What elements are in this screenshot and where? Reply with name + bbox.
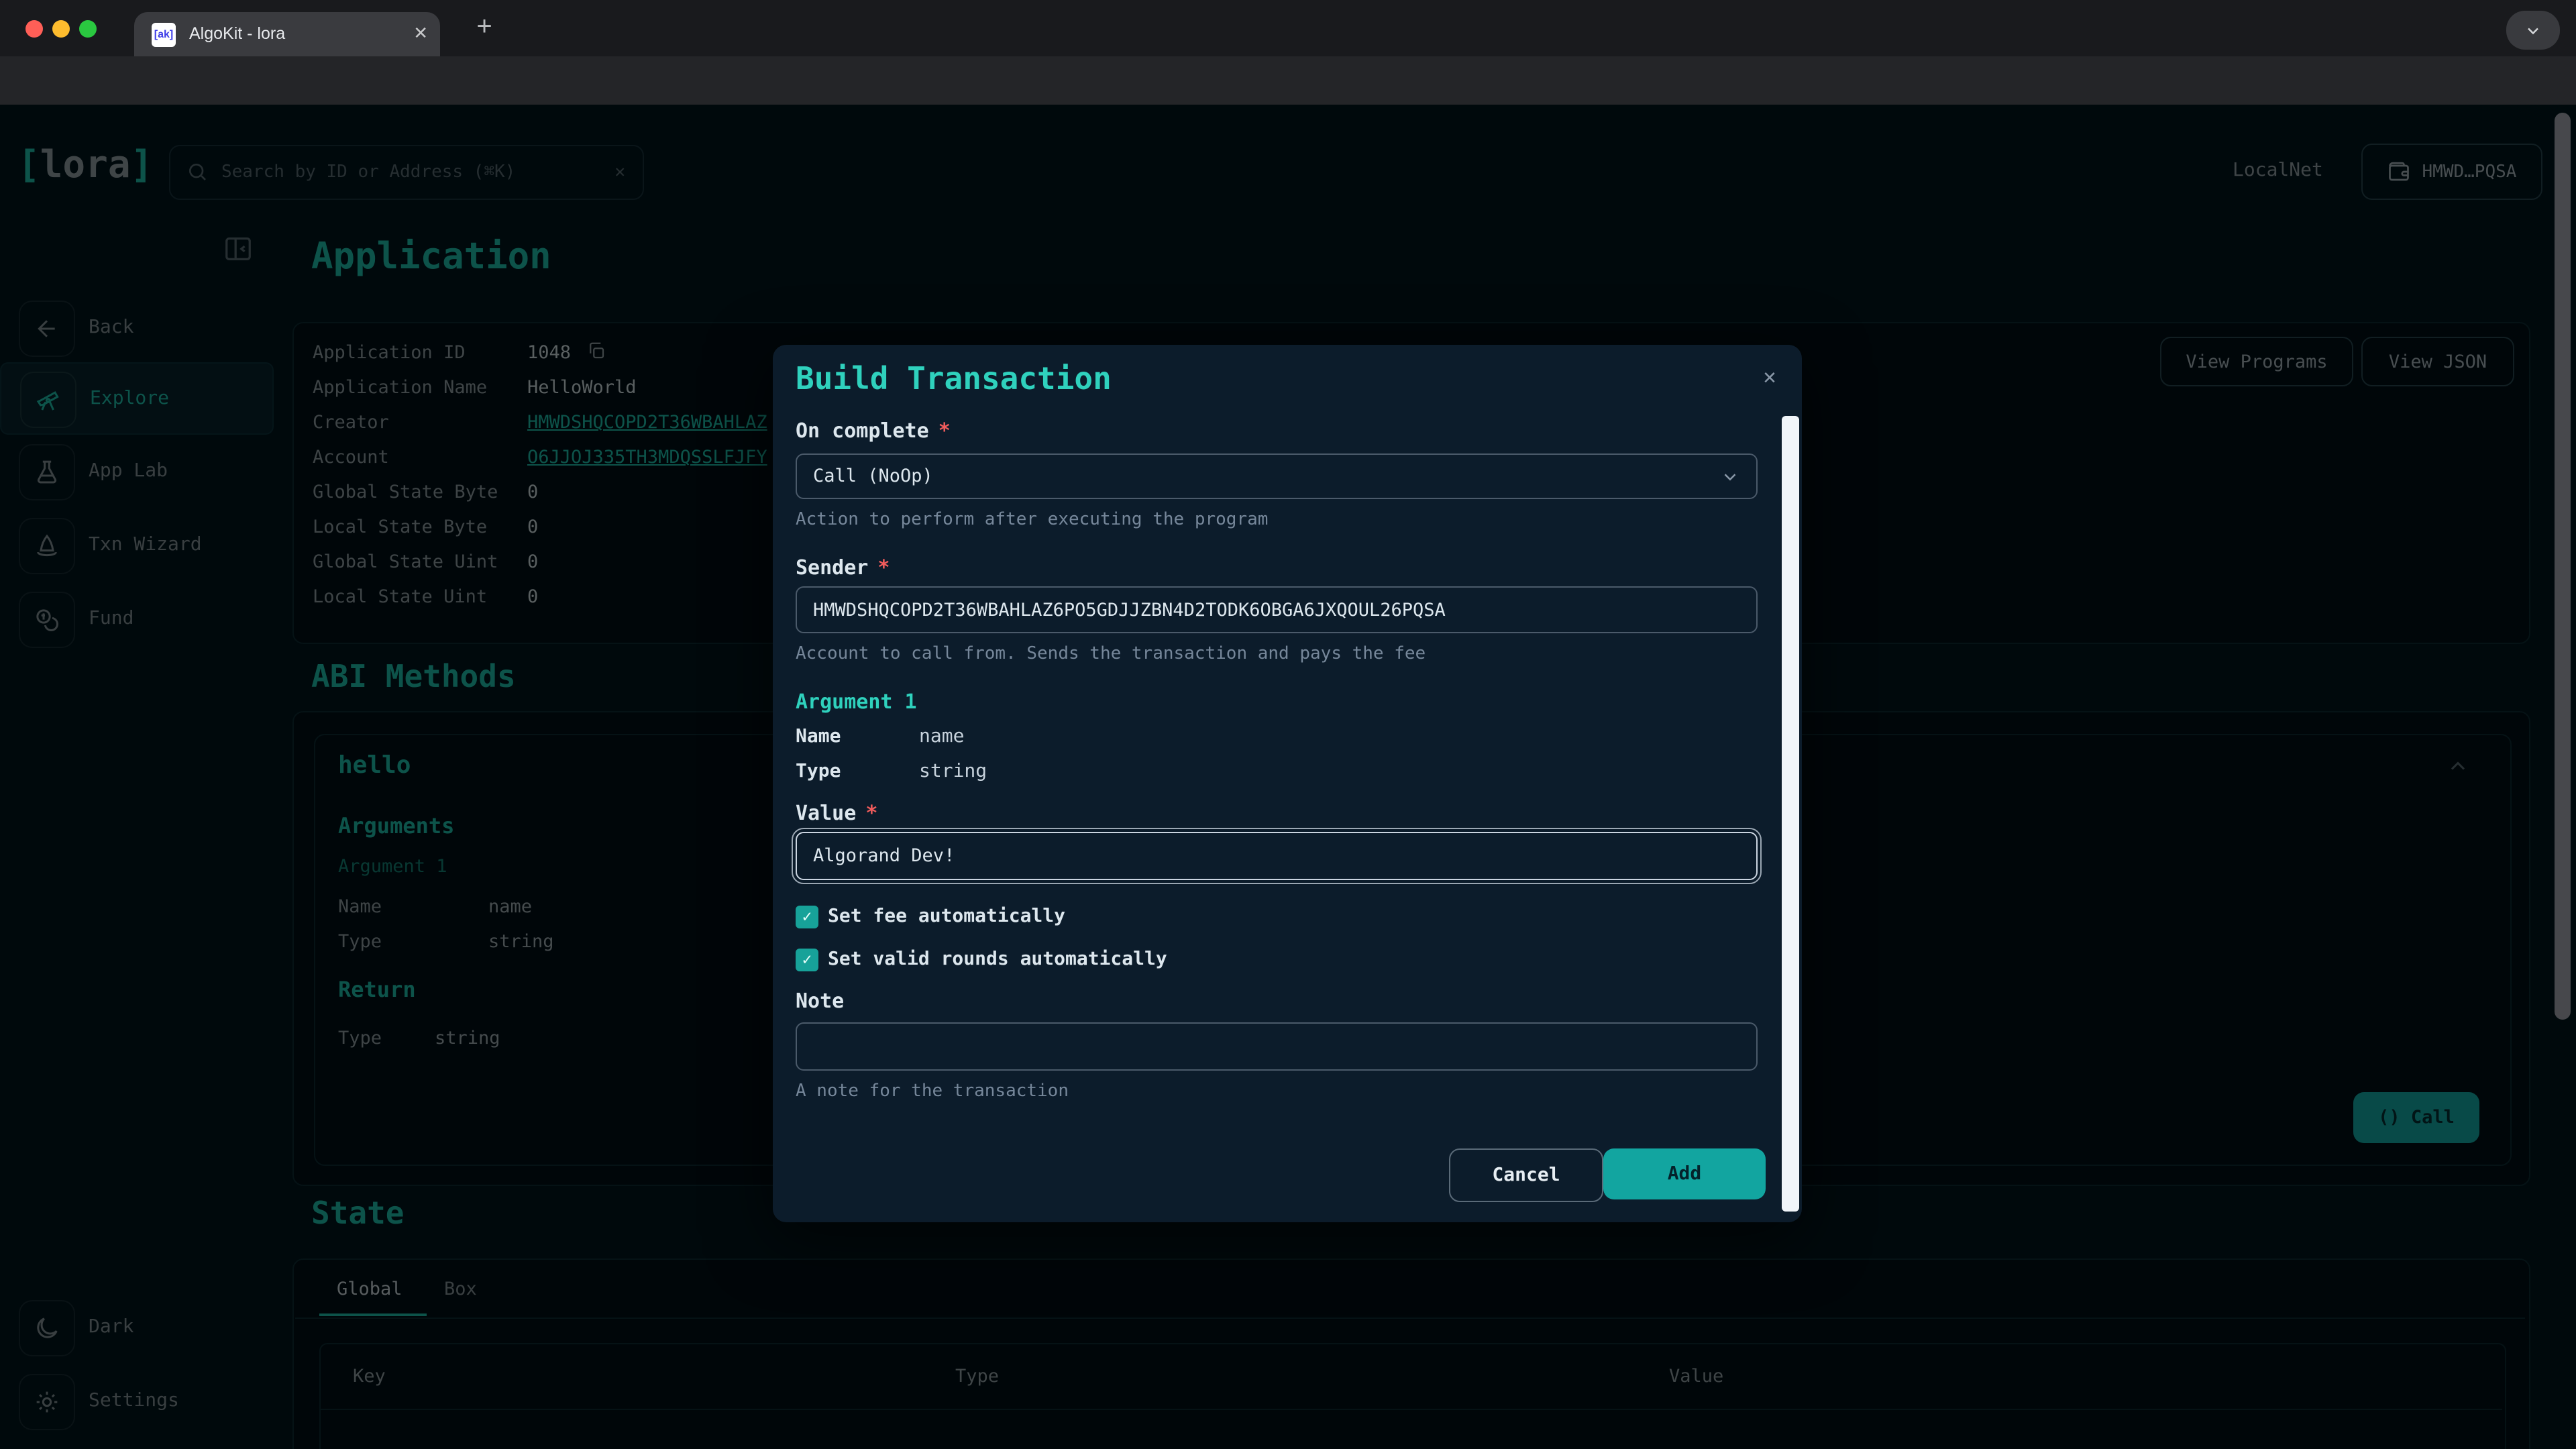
argument-1-heading: Argument 1 xyxy=(796,690,917,714)
note-label: Note xyxy=(796,989,844,1013)
cancel-button[interactable]: Cancel xyxy=(1449,1148,1603,1202)
tab-title: AlgoKit - lora xyxy=(189,12,285,56)
required-asterisk: * xyxy=(938,419,951,443)
required-asterisk: * xyxy=(877,555,890,580)
browser-tab-strip: [ak] AlgoKit - lora ✕ + xyxy=(0,0,2576,56)
argument-type-label: Type xyxy=(796,761,841,782)
sender-helper: Account to call from. Sends the transact… xyxy=(796,644,1426,664)
argument-name-label: Name xyxy=(796,726,841,747)
note-helper: A note for the transaction xyxy=(796,1081,1069,1102)
set-valid-rounds-checkbox[interactable]: ✓ xyxy=(796,949,818,971)
screen: [ak] AlgoKit - lora ✕ + lora.algokit.io/… xyxy=(0,0,2576,1449)
sender-input[interactable] xyxy=(796,586,1758,633)
argument-type-value: string xyxy=(919,761,987,782)
tab-search-button[interactable] xyxy=(2506,11,2560,50)
chevron-down-icon xyxy=(2524,21,2542,40)
add-button[interactable]: Add xyxy=(1603,1148,1766,1199)
on-complete-select[interactable]: Call (NoOp) xyxy=(796,453,1758,499)
set-fee-checkbox[interactable]: ✓ xyxy=(796,906,818,928)
set-fee-label: Set fee automatically xyxy=(828,906,1065,927)
new-tab-button[interactable]: + xyxy=(464,5,504,50)
window-zoom-button[interactable] xyxy=(79,20,97,38)
note-input[interactable] xyxy=(796,1022,1758,1071)
on-complete-helper: Action to perform after executing the pr… xyxy=(796,510,1268,530)
tab-favicon: [ak] xyxy=(152,23,176,47)
modal-close-icon[interactable]: ✕ xyxy=(1756,364,1783,390)
window-minimize-button[interactable] xyxy=(52,20,70,38)
page-scrollbar-thumb[interactable] xyxy=(2555,113,2571,1020)
modal-title: Build Transaction xyxy=(796,362,1112,397)
browser-tab[interactable]: [ak] AlgoKit - lora ✕ xyxy=(134,12,440,56)
modal-scrollbar-thumb[interactable] xyxy=(1782,416,1799,1212)
browser-toolbar: lora.algokit.io/localnet/application/104… xyxy=(0,56,2576,105)
tab-close-icon[interactable]: ✕ xyxy=(413,12,428,56)
set-valid-rounds-label: Set valid rounds automatically xyxy=(828,949,1167,970)
required-asterisk: * xyxy=(865,801,877,825)
chevron-down-icon xyxy=(1720,467,1740,487)
on-complete-value: Call (NoOp) xyxy=(813,466,933,487)
build-transaction-modal: Build Transaction ✕ On complete* Call (N… xyxy=(773,345,1802,1222)
sender-label: Sender* xyxy=(796,554,890,580)
value-label: Value* xyxy=(796,800,877,825)
value-input[interactable] xyxy=(796,832,1758,880)
window-close-button[interactable] xyxy=(25,20,43,38)
on-complete-label: On complete* xyxy=(796,417,951,443)
argument-name-value: name xyxy=(919,726,964,747)
